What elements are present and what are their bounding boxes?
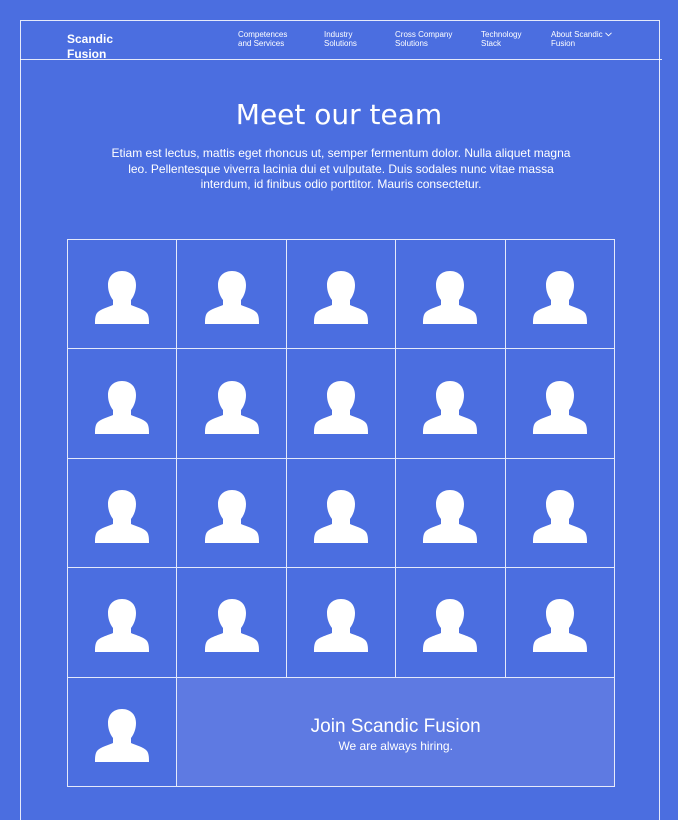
team-member-card[interactable] xyxy=(505,568,615,678)
person-silhouette-icon xyxy=(95,599,150,653)
person-silhouette-icon xyxy=(95,271,150,325)
nav-item-technology[interactable]: Technology Stack xyxy=(481,30,551,48)
intro-text: Etiam est lectus, mattis eget rhoncus ut… xyxy=(111,146,571,191)
team-member-card[interactable] xyxy=(505,458,615,569)
team-member-card[interactable] xyxy=(68,568,178,678)
team-member-card[interactable] xyxy=(177,349,287,459)
person-silhouette-icon xyxy=(532,380,587,434)
person-silhouette-icon xyxy=(313,271,368,325)
person-silhouette-icon xyxy=(532,271,587,325)
person-silhouette-icon xyxy=(423,380,478,434)
person-silhouette-icon xyxy=(313,599,368,653)
team-member-card[interactable] xyxy=(286,240,397,350)
nav-item-label: Technology Stack xyxy=(481,30,522,48)
person-silhouette-icon xyxy=(532,489,587,543)
team-member-card[interactable] xyxy=(68,458,178,569)
person-silhouette-icon xyxy=(423,271,478,325)
team-member-card[interactable] xyxy=(68,677,178,787)
nav-item-label: About Scandic Fusion xyxy=(551,30,603,48)
nav-item-cross-company[interactable]: Cross Company Solutions xyxy=(395,30,481,48)
person-silhouette-icon xyxy=(204,380,259,434)
main-nav: Competences and Services Industry Soluti… xyxy=(238,30,612,48)
nav-item-label: Industry Solutions xyxy=(324,30,357,48)
person-silhouette-icon xyxy=(532,599,587,653)
team-member-card[interactable] xyxy=(505,349,615,459)
team-member-card[interactable] xyxy=(396,349,506,459)
join-title: Join Scandic Fusion xyxy=(310,715,481,737)
team-member-card[interactable] xyxy=(505,240,615,350)
person-silhouette-icon xyxy=(95,380,150,434)
team-member-card[interactable] xyxy=(286,568,397,678)
team-grid: Join Scandic Fusion We are always hiring… xyxy=(67,239,615,787)
person-silhouette-icon xyxy=(204,599,259,653)
team-member-card[interactable] xyxy=(286,349,397,459)
nav-item-industry[interactable]: Industry Solutions xyxy=(324,30,395,48)
person-silhouette-icon xyxy=(423,599,478,653)
join-subtitle: We are always hiring. xyxy=(338,738,453,753)
person-silhouette-icon xyxy=(423,489,478,543)
person-silhouette-icon xyxy=(313,380,368,434)
team-member-card[interactable] xyxy=(396,240,506,350)
team-member-card[interactable] xyxy=(177,458,287,569)
person-silhouette-icon xyxy=(313,489,368,543)
chevron-down-icon xyxy=(604,30,612,39)
team-member-card[interactable] xyxy=(68,240,178,350)
site-header: Scandic Fusion Competences and Services … xyxy=(20,20,662,62)
nav-item-competences[interactable]: Competences and Services xyxy=(238,30,324,48)
logo[interactable]: Scandic Fusion xyxy=(67,32,137,62)
team-member-card[interactable] xyxy=(396,458,506,569)
team-member-card[interactable] xyxy=(286,458,397,569)
nav-item-label: Cross Company Solutions xyxy=(395,30,453,48)
nav-item-label: Competences and Services xyxy=(238,30,288,48)
nav-item-about[interactable]: About Scandic Fusion xyxy=(551,30,612,48)
team-member-card[interactable] xyxy=(396,568,506,678)
page-title: Meet our team xyxy=(235,98,443,131)
team-member-card[interactable] xyxy=(177,240,287,350)
person-silhouette-icon xyxy=(95,708,150,762)
team-member-card[interactable] xyxy=(177,568,287,678)
person-silhouette-icon xyxy=(95,489,150,543)
join-card[interactable]: Join Scandic Fusion We are always hiring… xyxy=(177,677,615,787)
person-silhouette-icon xyxy=(204,271,259,325)
team-member-card[interactable] xyxy=(68,349,178,459)
person-silhouette-icon xyxy=(204,489,259,543)
